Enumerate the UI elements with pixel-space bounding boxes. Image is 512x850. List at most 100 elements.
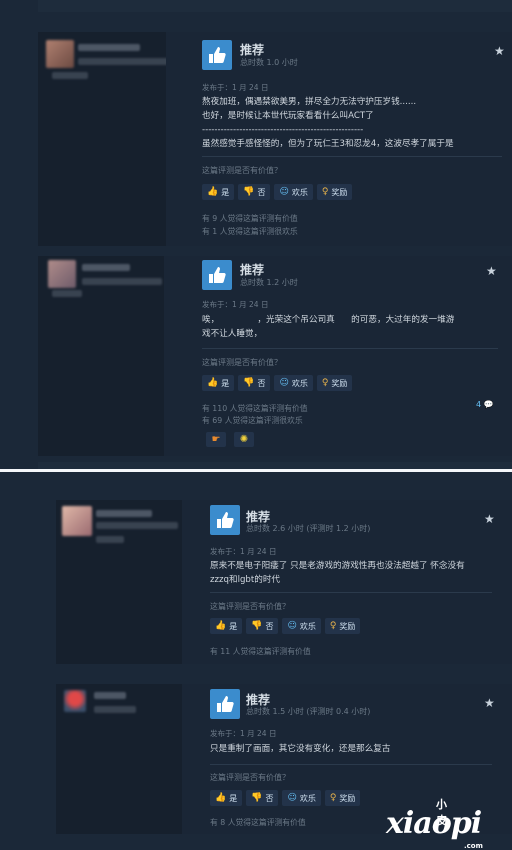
review-card-next xyxy=(38,462,512,469)
review-body: 推荐 总时数 2.6 小时 (评测时 1.2 小时) ★ 发布于：1 月 24 … xyxy=(182,500,512,664)
user-meta xyxy=(52,290,82,297)
vote-buttons: 👍 是 👎 否 ☺ 欢乐 ♀ 奖励 xyxy=(210,790,361,806)
review-text: 只是重制了画面，其它没有变化，还是那么复古 xyxy=(210,744,391,754)
yes-button[interactable]: 👍 是 xyxy=(202,184,235,200)
funny-button[interactable]: ☺ 欢乐 xyxy=(274,184,313,200)
user-meta xyxy=(78,58,168,65)
divider xyxy=(202,348,498,349)
thumbs-up-icon[interactable] xyxy=(202,40,232,70)
avatar[interactable] xyxy=(48,260,76,288)
posted-date: 发布于：1 月 24 日 xyxy=(210,729,277,738)
recommend-label[interactable]: 推荐 xyxy=(240,41,264,58)
award-button[interactable]: ♀ 奖励 xyxy=(316,375,353,391)
helpful-question: 这篇评测是否有价值？ xyxy=(210,602,290,611)
thumbs-up-icon: 👍 xyxy=(215,793,227,803)
thumbs-up-icon[interactable] xyxy=(202,260,232,290)
username[interactable] xyxy=(78,44,140,51)
username[interactable] xyxy=(82,264,130,271)
user-meta xyxy=(94,706,136,713)
funny-button[interactable]: ☺ 欢乐 xyxy=(274,375,313,391)
smiley-icon: ☺ xyxy=(287,793,297,803)
review-text: 原来不是电子阳痿了 只是老游戏的游戏性再也没法超越了 怀念没有 zzzq和lgb… xyxy=(210,561,465,585)
recommend-label[interactable]: 推荐 xyxy=(240,261,264,278)
divider xyxy=(202,156,502,157)
review-body: 推荐 总时数 1.0 小时 ★ 发布于：1 月 24 日 熬夜加班，偶遇禁欲美男… xyxy=(166,32,512,246)
helpful-question: 这篇评测是否有价值？ xyxy=(202,166,282,175)
award-icon: ♀ xyxy=(329,793,337,803)
review-card-1 xyxy=(38,0,512,12)
thumbs-down-icon: 👎 xyxy=(251,793,263,803)
avatar[interactable] xyxy=(46,40,74,68)
funny-button[interactable]: ☺ 欢乐 xyxy=(282,618,321,634)
star-icon[interactable]: ★ xyxy=(484,696,495,710)
award-icon: ♀ xyxy=(321,187,329,197)
review-card-2: 推荐 总时数 1.2 小时 ★ 发布于：1 月 24 日 唉， ，光荣这个吊公司… xyxy=(38,256,512,456)
smiley-icon: ☺ xyxy=(287,621,297,631)
yes-button[interactable]: 👍 是 xyxy=(210,618,243,634)
posted-date: 发布于：1 月 24 日 xyxy=(202,83,269,92)
award-icon: ♀ xyxy=(329,621,337,631)
award-icon: ♀ xyxy=(321,378,329,388)
vote-buttons: 👍 是 👎 否 ☺ 欢乐 ♀ 奖励 xyxy=(210,618,361,634)
no-button[interactable]: 👎 否 xyxy=(246,790,279,806)
avatar[interactable] xyxy=(62,506,92,536)
helpful-count: 有 11 人觉得这篇评测有价值 xyxy=(210,647,311,656)
smiley-icon: ☺ xyxy=(279,378,289,388)
thumbs-up-icon: 👍 xyxy=(207,378,219,388)
review-body: 推荐 总时数 1.2 小时 ★ 发布于：1 月 24 日 唉， ，光荣这个吊公司… xyxy=(164,256,512,456)
playtime: 总时数 1.5 小时 (评测时 0.4 小时) xyxy=(246,707,371,716)
playtime: 总时数 1.2 小时 xyxy=(240,278,298,287)
yes-button[interactable]: 👍 是 xyxy=(202,375,235,391)
thumbs-down-icon: 👎 xyxy=(243,378,255,388)
divider xyxy=(210,764,492,765)
star-icon[interactable]: ★ xyxy=(494,44,505,58)
thumbs-down-icon: 👎 xyxy=(243,187,255,197)
review-card-3: 推荐 总时数 2.6 小时 (评测时 1.2 小时) ★ 发布于：1 月 24 … xyxy=(56,500,512,664)
no-button[interactable]: 👎 否 xyxy=(246,618,279,634)
posted-date: 发布于：1 月 24 日 xyxy=(210,547,277,556)
comment-count[interactable]: 4 💬 xyxy=(476,400,494,409)
helpful-question: 这篇评测是否有价值？ xyxy=(202,358,282,367)
funny-button[interactable]: ☺ 欢乐 xyxy=(282,790,321,806)
user-meta xyxy=(96,536,124,543)
screenshot-separator xyxy=(0,469,512,472)
thumbs-up-icon: 👍 xyxy=(215,621,227,631)
playtime: 总时数 1.0 小时 xyxy=(240,58,298,67)
star-icon[interactable]: ★ xyxy=(486,264,497,278)
posted-date: 发布于：1 月 24 日 xyxy=(202,300,269,309)
watermark-large: xiaopi xyxy=(386,806,482,841)
funny-count: 有 1 人觉得这篇评测很欢乐 xyxy=(202,227,298,236)
vote-buttons: 👍 是 👎 否 ☺ 欢乐 ♀ 奖励 xyxy=(202,184,353,200)
review-card-1: 推荐 总时数 1.0 小时 ★ 发布于：1 月 24 日 熬夜加班，偶遇禁欲美男… xyxy=(38,32,512,246)
avatar[interactable] xyxy=(64,690,86,712)
comment-icon: 💬 xyxy=(483,400,494,409)
review-text: 唉， ，光荣这个吊公司真 的可恶，大过年的发一堆游 戏不让人睡觉， xyxy=(202,315,455,339)
award-button[interactable]: ♀ 奖励 xyxy=(324,790,361,806)
award-badge-sun-icon[interactable]: ✺ xyxy=(234,432,254,447)
thumbs-up-icon[interactable] xyxy=(210,689,240,719)
thumbs-up-icon[interactable] xyxy=(210,505,240,535)
user-meta xyxy=(82,278,162,285)
award-button[interactable]: ♀ 奖励 xyxy=(324,618,361,634)
star-icon[interactable]: ★ xyxy=(484,512,495,526)
thumbs-down-icon: 👎 xyxy=(251,621,263,631)
divider xyxy=(210,592,492,593)
user-meta xyxy=(96,522,178,529)
helpful-count: 有 110 人觉得这篇评测有价值 xyxy=(202,404,308,413)
no-button[interactable]: 👎 否 xyxy=(238,375,271,391)
helpful-count: 有 8 人觉得这篇评测有价值 xyxy=(210,818,306,827)
funny-count: 有 69 人觉得这篇评测很欢乐 xyxy=(202,416,303,425)
no-button[interactable]: 👎 否 xyxy=(238,184,271,200)
vote-buttons: 👍 是 👎 否 ☺ 欢乐 ♀ 奖励 xyxy=(202,375,353,391)
yes-button[interactable]: 👍 是 xyxy=(210,790,243,806)
playtime: 总时数 2.6 小时 (评测时 1.2 小时) xyxy=(246,524,371,533)
username[interactable] xyxy=(94,692,126,699)
username[interactable] xyxy=(96,510,152,517)
helpful-count: 有 9 人觉得这篇评测有价值 xyxy=(202,214,298,223)
helpful-question: 这篇评测是否有价值？ xyxy=(210,773,290,782)
user-meta xyxy=(52,72,88,79)
thumbs-up-icon: 👍 xyxy=(207,187,219,197)
review-text: 熬夜加班，偶遇禁欲美男，拼尽全力无法守护压岁钱...... 也好，是时候让本世代… xyxy=(202,97,454,149)
award-button[interactable]: ♀ 奖励 xyxy=(316,184,353,200)
award-badge-hand-icon[interactable]: ☛ xyxy=(206,432,226,447)
